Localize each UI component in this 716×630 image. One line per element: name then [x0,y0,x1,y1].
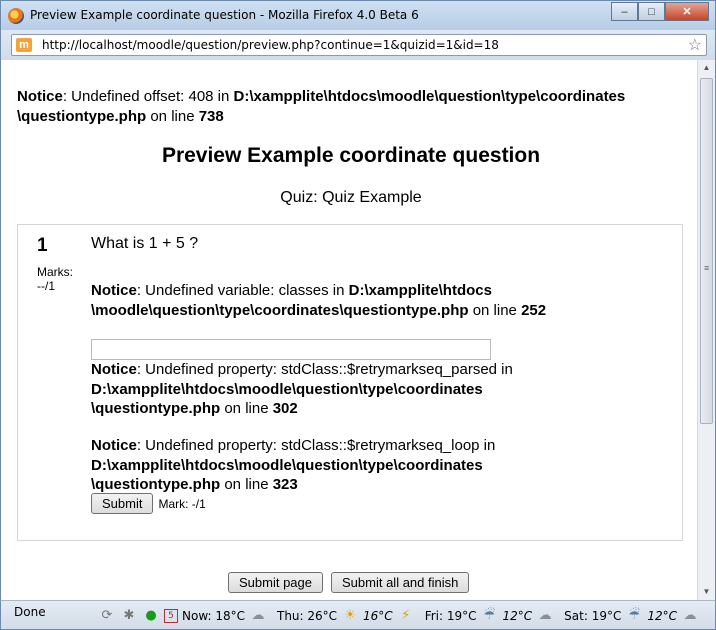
maximize-button[interactable]: □ [638,2,665,21]
firefox-icon [8,8,24,24]
address-bar: m http://localhost/moodle/question/previ… [0,30,716,60]
notice-on-line: on line [146,107,199,125]
notice-label: Notice [17,88,63,105]
bookmark-star-icon[interactable]: ☆ [688,35,702,55]
submit-page-button[interactable]: Submit page [228,572,323,593]
notice-on-line: on line [468,301,522,319]
scroll-up-arrow-icon[interactable]: ▲ [698,60,715,76]
notice-on-line: on line [220,400,273,417]
moodle-site-icon: m [16,38,32,52]
page-viewport: Notice: Undefined offset: 408 in D:\xamp… [0,60,716,600]
rain-cloud-icon: ☔ [628,608,641,623]
marks-label: Marks: [37,265,73,279]
notice-line: 738 [198,107,224,125]
cloud-icon: ☁ [538,608,552,623]
forecastfox-weather: ⟳ ✱ ● 5 Now: 18°C ☁ Thu: 26°C ☀ 16°C ⚡ F… [98,606,699,626]
calendar-icon[interactable]: 5 [164,609,178,623]
question-number: 1 [37,235,48,256]
notice-line: 323 [272,476,298,493]
top-notice: Notice: Undefined offset: 408 in D:\xamp… [17,87,689,126]
minimize-button[interactable]: – [611,2,638,21]
url-text[interactable]: http://localhost/moodle/question/preview… [42,38,499,52]
mark-text: Mark: -/1 [158,496,206,511]
notice-label: Notice [91,437,137,454]
addon-icon[interactable]: ✱ [120,608,138,624]
reload-icon[interactable]: ⟳ [98,608,116,624]
notice-text: : Undefined variable: classes in [136,282,349,299]
window-title: Preview Example coordinate question - Mo… [30,8,419,22]
sat-low-temp: 12°C [647,609,677,623]
notice-line: 252 [521,301,547,319]
notice-text: : Undefined offset: 408 in [62,88,234,105]
status-bar: Done ⟳ ✱ ● 5 Now: 18°C ☁ Thu: 26°C ☀ 16°… [0,600,716,630]
window-controls: – □ ✕ [611,2,709,21]
notice-label: Notice [91,361,137,378]
now-temp[interactable]: Now: 18°C [182,609,245,623]
url-field[interactable]: m http://localhost/moodle/question/previ… [11,34,707,56]
notice-retrymarkseq-loop: Notice: Undefined property: stdClass::$r… [91,436,561,495]
fri-temp[interactable]: Fri: 19°C [425,609,477,623]
grip-icon: ≡ [704,263,710,273]
thu-low-temp: 16°C [363,609,393,623]
submit-all-and-finish-button[interactable]: Submit all and finish [331,572,470,593]
fri-low-temp: 12°C [502,609,533,623]
question-text: What is 1 + 5 ? [91,235,199,252]
window-titlebar: Preview Example coordinate question - Mo… [0,0,716,30]
scroll-down-arrow-icon[interactable]: ▼ [698,584,715,600]
notice-on-line: on line [220,476,273,493]
status-text: Done [14,605,46,619]
page-title: Preview Example coordinate question [161,144,541,167]
question-content: What is 1 + 5 ? Notice: Undefined variab… [91,235,561,514]
sat-temp[interactable]: Sat: 19°C [564,609,621,623]
notice-retrymarkseq-parsed: Notice: Undefined property: stdClass::$r… [91,360,561,419]
notice-label: Notice [91,282,137,299]
thunderstorm-icon: ⚡ [401,608,411,623]
notice-text: : Undefined property: stdClass::$retryma… [136,437,496,454]
cloud-icon: ☁ [683,608,697,623]
cloud-icon: ☁ [251,608,265,623]
scrollbar-thumb[interactable]: ≡ [700,78,713,424]
submit-button[interactable]: Submit [91,493,154,514]
notice-text: : Undefined property: stdClass::$retryma… [136,361,513,378]
marks-value: --/1 [37,279,55,293]
globe-icon[interactable]: ● [142,608,160,624]
close-button[interactable]: ✕ [665,2,709,21]
answer-input[interactable] [91,339,491,360]
notice-line: 302 [272,400,298,417]
thu-temp[interactable]: Thu: 26°C [277,609,337,623]
question-submit-row: Submit Mark: -/1 [91,493,206,514]
question-info: 1 Marks: --/1 [37,235,92,293]
partly-sunny-icon: ☀ [344,608,356,623]
rain-cloud-icon: ☔ [483,608,496,623]
quiz-name: Quiz: Quiz Example [280,189,422,206]
vertical-scrollbar[interactable]: ▲ ≡ ▼ [697,60,715,600]
question-box: 1 Marks: --/1 What is 1 + 5 ? Notice: Un… [17,224,683,541]
notice-classes: Notice: Undefined variable: classes in D… [91,281,561,320]
quiz-controls: Submit page Submit all and finish [228,572,470,593]
